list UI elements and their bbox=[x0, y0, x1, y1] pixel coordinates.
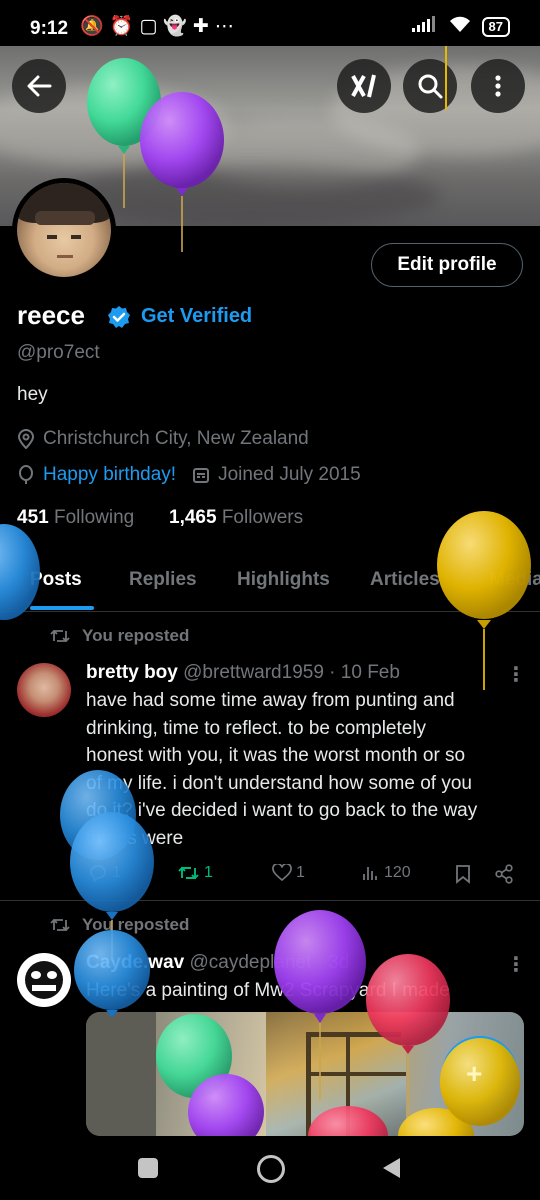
home-circle-icon[interactable] bbox=[257, 1155, 285, 1183]
compose-fab[interactable]: + bbox=[466, 1058, 482, 1090]
balloon-decoration bbox=[0, 46, 531, 1136]
recents-square-icon[interactable] bbox=[138, 1158, 158, 1178]
system-navigation-bar bbox=[0, 1136, 540, 1200]
back-triangle-icon[interactable] bbox=[380, 1156, 402, 1180]
